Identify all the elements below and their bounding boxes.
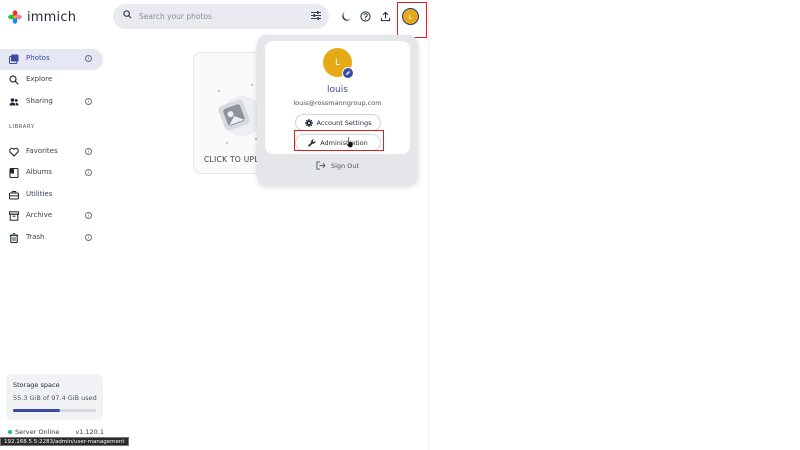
search-input[interactable] <box>139 9 299 24</box>
sidebar-item-label: Archive <box>26 211 53 219</box>
storage-title: Storage space <box>13 381 60 389</box>
highlight-box-avatar <box>397 2 427 38</box>
account-settings-label: Account Settings <box>316 118 372 127</box>
sidebar-item-label: Explore <box>26 75 53 83</box>
library-section-label: LIBRARY <box>9 124 35 130</box>
hand-pointer-icon <box>345 136 354 148</box>
divider <box>428 0 429 450</box>
upload-prompt-text: CLICK TO UPLO <box>204 155 265 164</box>
edit-avatar-button[interactable] <box>342 67 354 79</box>
account-name: louis <box>327 85 348 95</box>
search-icon[interactable] <box>123 10 132 19</box>
toolbox-icon <box>9 190 19 200</box>
info-icon[interactable]: i <box>85 234 92 241</box>
photos-icon <box>9 54 19 64</box>
server-status-text: Server Online <box>15 428 60 436</box>
upload-button[interactable] <box>378 9 392 23</box>
sign-out-label: Sign Out <box>330 161 360 170</box>
storage-bar-fill <box>13 409 61 412</box>
people-icon <box>9 98 19 106</box>
top-bar: immich L <box>0 0 800 38</box>
help-button[interactable] <box>358 9 372 23</box>
info-icon[interactable]: i <box>85 55 92 62</box>
account-settings-button[interactable]: Account Settings <box>295 114 381 131</box>
sidebar-item-albums[interactable]: Albums i <box>0 163 103 184</box>
search-icon <box>9 75 19 85</box>
highlight-box-administration <box>294 130 384 151</box>
logout-icon <box>316 161 326 170</box>
album-icon <box>9 168 19 178</box>
moon-icon <box>341 11 351 21</box>
upload-icon <box>380 11 390 21</box>
sidebar-item-trash[interactable]: Trash i <box>0 228 103 249</box>
archive-icon <box>9 211 19 221</box>
immich-logo-icon <box>8 10 22 24</box>
sidebar-item-label: Albums <box>26 168 53 176</box>
sidebar-item-label: Sharing <box>26 97 53 105</box>
sidebar-item-photos[interactable]: Photos i <box>0 49 103 70</box>
server-version: v1.120.1 <box>75 428 104 436</box>
sign-out-button[interactable]: Sign Out <box>257 161 418 170</box>
app-name: immich <box>27 9 77 25</box>
gear-icon <box>304 118 313 127</box>
filter-icon[interactable] <box>311 11 321 20</box>
sidebar-item-label: Favorites <box>26 147 58 155</box>
info-icon[interactable]: i <box>85 148 92 155</box>
storage-usage: 55.3 GiB of 97.4 GiB used <box>13 394 97 402</box>
app-logo[interactable]: immich <box>8 9 76 25</box>
info-icon[interactable]: i <box>85 98 92 105</box>
sidebar-item-label: Trash <box>26 233 45 241</box>
server-status: Server Online v1.120.1 <box>8 428 104 436</box>
trash-icon <box>9 233 19 243</box>
status-dot-icon <box>8 430 12 434</box>
sidebar-item-favorites[interactable]: Favorites i <box>0 142 103 163</box>
sidebar-item-label: Utilities <box>26 190 53 198</box>
help-icon <box>359 10 371 22</box>
info-icon[interactable]: i <box>85 169 92 176</box>
browser-status-url: 192.168.5.5:2283/admin/user-management <box>0 437 129 446</box>
pencil-icon <box>346 71 350 75</box>
account-email: louis@rossmanngroup.com <box>293 99 382 107</box>
heart-icon <box>9 147 19 157</box>
sidebar-item-utilities[interactable]: Utilities <box>0 185 103 206</box>
sidebar-item-sharing[interactable]: Sharing i <box>0 92 103 113</box>
info-icon[interactable]: i <box>85 212 92 219</box>
sidebar-item-archive[interactable]: Archive i <box>0 206 103 227</box>
theme-toggle-button[interactable] <box>339 9 353 23</box>
sidebar-item-label: Photos <box>26 54 50 62</box>
storage-panel: Storage space 55.3 GiB of 97.4 GiB used <box>6 374 103 420</box>
sidebar-item-explore[interactable]: Explore <box>0 70 103 91</box>
account-menu: L louis louis@rossmanngroup.com Account … <box>257 35 418 185</box>
search-bar[interactable] <box>113 4 329 29</box>
storage-bar <box>13 409 96 412</box>
